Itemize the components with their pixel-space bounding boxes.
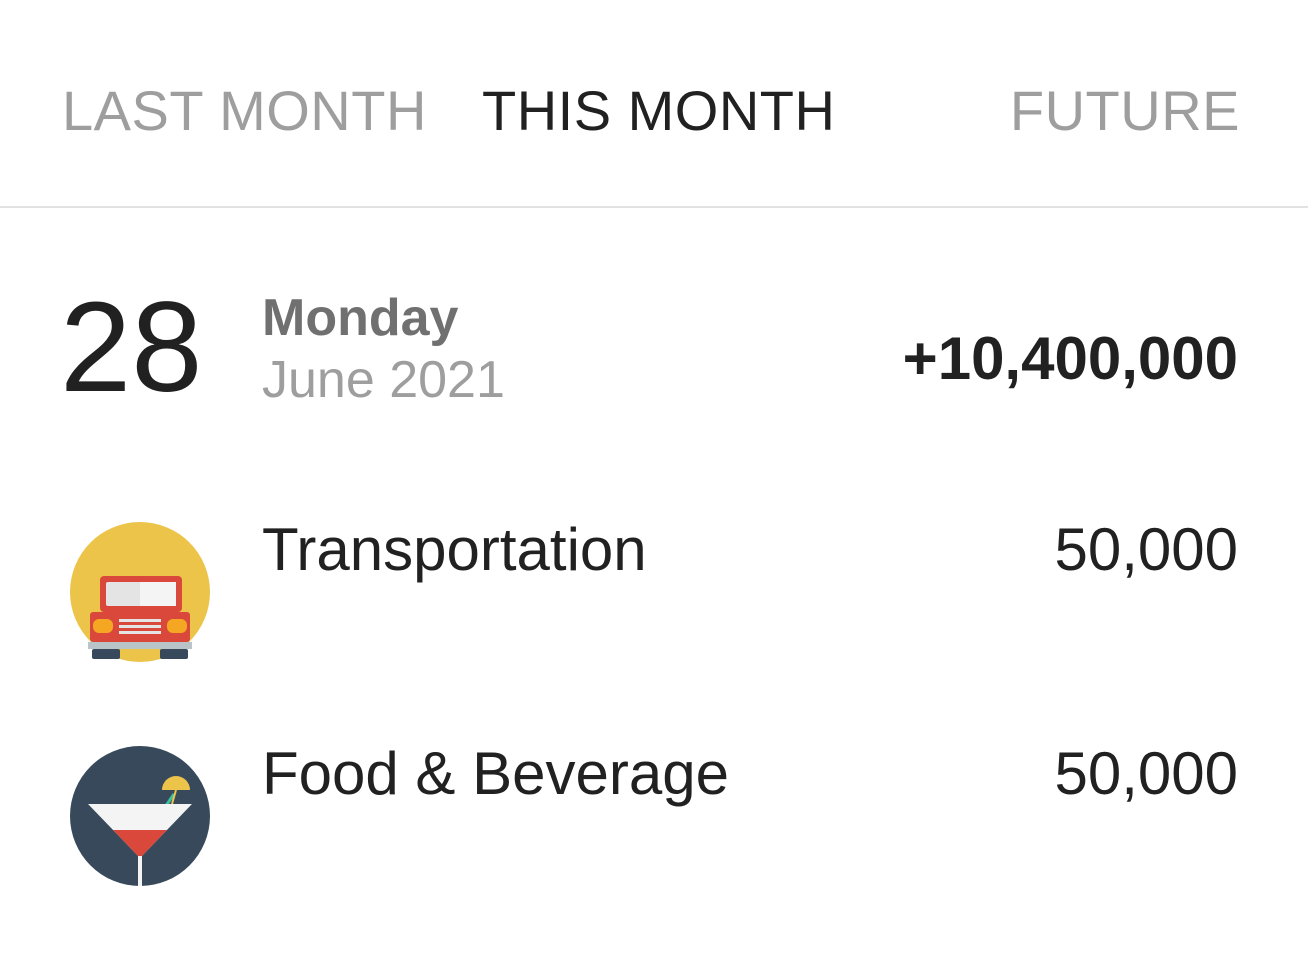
tab-last-month[interactable]: LAST MONTH [62, 78, 427, 144]
day-month-year: June 2021 [262, 351, 505, 409]
transaction-row-food-beverage[interactable]: Food & Beverage 50,000 [0, 714, 1308, 914]
transaction-amount: 50,000 [1054, 516, 1238, 583]
tab-this-month[interactable]: THIS MONTH [482, 78, 835, 144]
day-number: 28 [60, 276, 203, 419]
transaction-category: Food & Beverage [262, 740, 729, 807]
transaction-category: Transportation [262, 516, 647, 583]
tab-bar: LAST MONTH THIS MONTH FUTURE [0, 0, 1308, 208]
day-total-amount: +10,400,000 [902, 325, 1238, 392]
car-icon [70, 522, 210, 662]
day-weekday: Monday [262, 289, 459, 347]
transaction-row-transportation[interactable]: Transportation 50,000 [0, 490, 1308, 690]
transaction-amount: 50,000 [1054, 740, 1238, 807]
cocktail-icon [70, 746, 210, 886]
tab-future[interactable]: FUTURE [1010, 78, 1240, 144]
